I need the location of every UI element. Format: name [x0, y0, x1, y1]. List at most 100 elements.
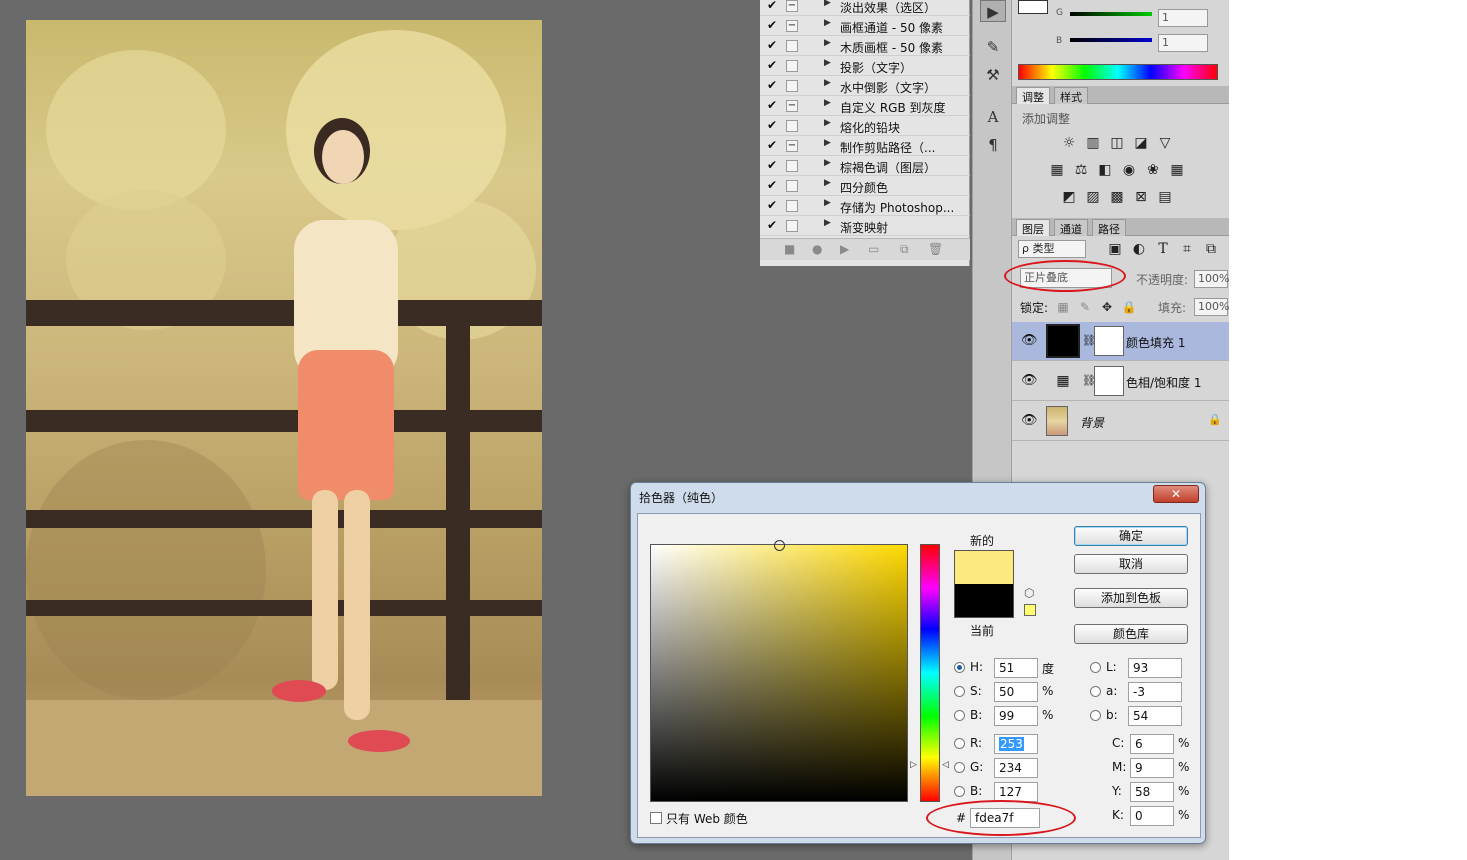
tab-channels[interactable]: 通道	[1054, 219, 1088, 236]
blue-radio[interactable]	[954, 786, 965, 797]
saturation-radio[interactable]	[954, 686, 965, 697]
b-slider[interactable]	[1070, 38, 1152, 42]
saturation-brightness-field[interactable]	[650, 540, 908, 802]
layer-row-hue-saturation[interactable]: 👁 ▦ ⛓ 色相/饱和度 1	[1012, 362, 1229, 401]
check-icon[interactable]: ✔	[767, 118, 777, 132]
check-icon[interactable]: ✔	[767, 58, 777, 72]
dialog-toggle-icon[interactable]	[786, 80, 798, 92]
red-radio[interactable]	[954, 738, 965, 749]
ok-button[interactable]: 确定	[1074, 526, 1188, 546]
hue-slider-left-arrow-icon[interactable]: ▷	[910, 760, 917, 770]
action-item[interactable]: ✔ ▶ 棕褐色调（图层）	[760, 156, 970, 176]
tab-layers[interactable]: 图层	[1016, 219, 1050, 236]
action-item[interactable]: ✔ ▶ 存储为 Photoshop...	[760, 196, 970, 216]
trash-icon[interactable]: 🗑	[928, 242, 943, 256]
action-item[interactable]: ✔ ▶ 木质画框 - 50 像素	[760, 36, 970, 56]
saturation-input[interactable]: 50	[994, 682, 1038, 702]
web-safe-swatch[interactable]	[1024, 604, 1036, 616]
action-item[interactable]: ✔ ▶ 投影（文字）	[760, 56, 970, 76]
layer-mask-thumbnail[interactable]	[1094, 326, 1124, 356]
layer-mask-thumbnail[interactable]	[1094, 366, 1124, 396]
expand-triangle-icon[interactable]: ▶	[824, 178, 831, 188]
check-icon[interactable]: ✔	[767, 178, 777, 192]
curves-icon[interactable]: ◫	[1108, 134, 1126, 152]
cancel-button[interactable]: 取消	[1074, 554, 1188, 574]
tab-adjustments[interactable]: 调整	[1016, 87, 1050, 104]
expand-triangle-icon[interactable]: ▶	[824, 0, 831, 8]
magenta-input[interactable]: 9	[1130, 758, 1174, 778]
dialog-toggle-icon[interactable]: −	[786, 140, 798, 152]
visibility-eye-icon[interactable]: 👁	[1021, 333, 1038, 348]
blue-input[interactable]: 127	[994, 782, 1038, 802]
brightness-radio[interactable]	[954, 710, 965, 721]
color-ramp[interactable]	[1018, 64, 1218, 80]
play-icon[interactable]: ▶	[840, 242, 849, 256]
expand-triangle-icon[interactable]: ▶	[824, 38, 831, 48]
filter-smart-icon[interactable]: ⧉	[1202, 240, 1220, 258]
dialog-toggle-icon[interactable]	[786, 160, 798, 172]
tab-paths[interactable]: 路径	[1092, 219, 1126, 236]
opacity-input[interactable]: 100%	[1194, 270, 1229, 288]
record-icon[interactable]: ●	[812, 242, 822, 256]
current-color-swatch[interactable]	[954, 584, 1014, 618]
expand-triangle-icon[interactable]: ▶	[824, 18, 831, 28]
expand-triangle-icon[interactable]: ▶	[824, 118, 831, 128]
black-input[interactable]: 0	[1130, 806, 1174, 826]
visibility-eye-icon[interactable]: 👁	[1021, 413, 1038, 428]
action-item[interactable]: ✔ − ▶ 画框通道 - 50 像素	[760, 16, 970, 36]
expand-triangle-icon[interactable]: ▶	[824, 158, 831, 168]
g-slider[interactable]	[1070, 12, 1152, 16]
add-to-swatches-button[interactable]: 添加到色板	[1074, 588, 1188, 608]
color-b-input[interactable]: 1	[1158, 34, 1208, 52]
paragraph-panel-icon[interactable]: ¶	[980, 134, 1006, 156]
lab-b-input[interactable]: 54	[1128, 706, 1182, 726]
brightness-icon[interactable]: ☼	[1060, 134, 1078, 152]
visibility-eye-icon[interactable]: 👁	[1021, 373, 1038, 388]
action-item[interactable]: ✔ ▶ 水中倒影（文字）	[760, 76, 970, 96]
action-item[interactable]: ✔ ▶ 四分颜色	[760, 176, 970, 196]
selective-color-icon[interactable]: ⊠	[1132, 188, 1150, 206]
dialog-toggle-icon[interactable]	[786, 120, 798, 132]
red-input[interactable]: 253	[994, 734, 1038, 754]
gradient-map-icon[interactable]: ▤	[1156, 188, 1174, 206]
check-icon[interactable]: ✔	[767, 138, 777, 152]
expand-triangle-icon[interactable]: ▶	[824, 98, 831, 108]
photo-filter-icon[interactable]: ◉	[1120, 161, 1138, 179]
channel-mixer-icon[interactable]: ❀	[1144, 161, 1162, 179]
cube-warning-icon[interactable]: ⬡	[1024, 586, 1034, 600]
check-icon[interactable]: ✔	[767, 198, 777, 212]
invert-icon[interactable]: ◩	[1060, 188, 1078, 206]
check-icon[interactable]: ✔	[767, 158, 777, 172]
dialog-toggle-icon[interactable]	[786, 220, 798, 232]
brightness-input[interactable]: 99	[994, 706, 1038, 726]
expand-triangle-icon[interactable]: ▶	[824, 58, 831, 68]
lab-b-radio[interactable]	[1090, 710, 1101, 721]
lock-move-icon[interactable]: ✥	[1098, 298, 1116, 316]
threshold-icon[interactable]: ▩	[1108, 188, 1126, 206]
lab-l-radio[interactable]	[1090, 662, 1101, 673]
dialog-toggle-icon[interactable]: −	[786, 100, 798, 112]
layer-filter-select[interactable]: ρ 类型	[1018, 240, 1086, 258]
tool-preset-icon[interactable]: ⚒	[980, 64, 1006, 86]
layer-row-background[interactable]: 👁 背景 🔒	[1012, 402, 1229, 441]
check-icon[interactable]: ✔	[767, 78, 777, 92]
action-item[interactable]: ✔ − ▶ 自定义 RGB 到灰度	[760, 96, 970, 116]
check-icon[interactable]: ✔	[767, 18, 777, 32]
expand-triangle-icon[interactable]: ▶	[824, 78, 831, 88]
dialog-toggle-icon[interactable]: −	[786, 20, 798, 32]
character-panel-icon[interactable]: A	[980, 106, 1006, 128]
color-balance-icon[interactable]: ⚖	[1072, 161, 1090, 179]
dialog-toggle-icon[interactable]	[786, 180, 798, 192]
new-action-icon[interactable]: ⧉	[900, 242, 909, 257]
check-icon[interactable]: ✔	[767, 0, 777, 12]
dialog-toggle-icon[interactable]: −	[786, 0, 798, 12]
fill-color-thumbnail[interactable]	[1046, 324, 1080, 358]
web-only-checkbox[interactable]	[650, 812, 662, 824]
field-cursor-icon[interactable]	[774, 540, 785, 551]
lab-a-radio[interactable]	[1090, 686, 1101, 697]
expand-triangle-icon[interactable]: ▶	[824, 218, 831, 228]
dialog-toggle-icon[interactable]	[786, 200, 798, 212]
check-icon[interactable]: ✔	[767, 38, 777, 52]
hue-slider-right-arrow-icon[interactable]: ◁	[942, 760, 949, 770]
color-g-input[interactable]: 1	[1158, 9, 1208, 27]
